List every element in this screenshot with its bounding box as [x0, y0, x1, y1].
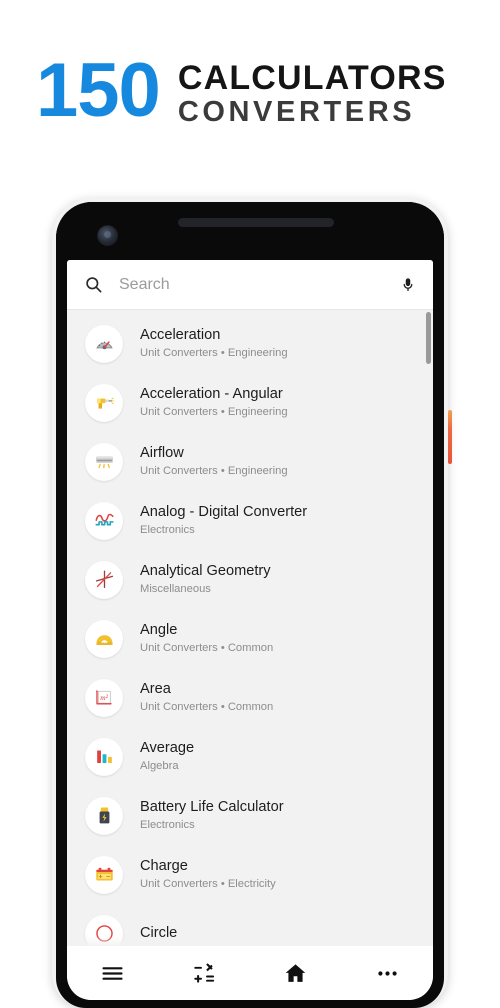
phone-side-button[interactable] — [448, 410, 452, 464]
list-item-text: Circle — [140, 924, 177, 942]
waveform-icon — [85, 501, 123, 540]
earpiece-speaker — [178, 218, 334, 227]
list-item-subtitle: Miscellaneous — [140, 582, 211, 595]
list-item-title: Analog - Digital Converter — [140, 504, 308, 521]
hero-calculators-label: CALCULATORS — [177, 59, 447, 97]
list-scrollbar[interactable] — [426, 312, 431, 364]
list-item[interactable]: Average Algebra — [67, 727, 433, 786]
bottom-navigation-bar — [67, 946, 433, 1000]
list-item-text: Acceleration - Angular Unit Converters •… — [140, 385, 288, 419]
svg-text:m²: m² — [100, 693, 108, 702]
list-item-text: Analog - Digital Converter Electronics — [140, 503, 307, 537]
drill-icon — [85, 383, 123, 422]
list-item-title: Area — [140, 681, 171, 698]
car-battery-icon — [85, 855, 123, 894]
list-item-subtitle: Electronics — [140, 818, 195, 831]
nav-home-button[interactable] — [250, 946, 342, 1000]
list-item-text: Average Algebra — [140, 739, 194, 773]
hero-converters-label: CONVERTERS — [177, 96, 416, 129]
area-m2-icon: m² — [85, 678, 123, 717]
list-item-text: Airflow Unit Converters • Engineering — [140, 444, 288, 478]
protractor-icon — [85, 619, 123, 658]
list-item-title: Average — [140, 740, 195, 757]
phone-top-bezel — [56, 202, 444, 260]
list-item[interactable]: Airflow Unit Converters • Engineering — [67, 432, 433, 491]
list-item[interactable]: Angle Unit Converters • Common — [67, 609, 433, 668]
list-item-subtitle: Algebra — [140, 759, 179, 772]
list-item[interactable]: Circle — [67, 904, 433, 946]
front-camera-icon — [97, 225, 118, 246]
list-item-title: Circle — [140, 925, 178, 942]
axes-icon — [85, 560, 123, 599]
list-item-title: Acceleration — [140, 327, 221, 344]
list-item-text: Angle Unit Converters • Common — [140, 621, 273, 655]
hamburger-menu-icon — [100, 961, 125, 986]
list-item-title: Acceleration - Angular — [140, 386, 283, 403]
list-item-text: Acceleration Unit Converters • Engineeri… — [140, 326, 288, 360]
calculator-operators-icon — [192, 961, 217, 986]
list-item-text: Area Unit Converters • Common — [140, 680, 273, 714]
speedometer-icon — [85, 324, 123, 363]
hero-inner: 150 CALCULATORS CONVERTERS — [36, 48, 447, 133]
list-item[interactable]: m² Area Unit Converters • Common — [67, 668, 433, 727]
search-icon — [84, 275, 103, 294]
hero-count: 150 — [36, 48, 161, 133]
list-item-title: Battery Life Calculator — [140, 799, 284, 816]
more-horizontal-icon — [375, 961, 400, 986]
air-vent-icon — [85, 442, 123, 481]
phone-screen: 10:00 LTE ↑↓ 100% Sea — [67, 260, 433, 1000]
search-bar[interactable]: Search — [67, 260, 433, 310]
list-item-subtitle: Unit Converters • Engineering — [140, 405, 288, 418]
list-item-subtitle: Electronics — [140, 523, 195, 536]
list-item-subtitle: Unit Converters • Engineering — [140, 346, 288, 359]
search-input[interactable]: Search — [119, 276, 400, 294]
calculator-list[interactable]: Acceleration Unit Converters • Engineeri… — [67, 310, 433, 946]
list-item-title: Charge — [140, 858, 188, 875]
list-item-title: Airflow — [140, 445, 184, 462]
list-item-text: Analytical Geometry Miscellaneous — [140, 562, 271, 596]
list-item-text: Charge Unit Converters • Electricity — [140, 857, 276, 891]
phone-body: 10:00 LTE ↑↓ 100% Sea — [56, 202, 444, 1008]
list-item[interactable]: Analog - Digital Converter Electronics — [67, 491, 433, 550]
list-item[interactable]: Battery Life Calculator Electronics — [67, 786, 433, 845]
list-item[interactable]: Charge Unit Converters • Electricity — [67, 845, 433, 904]
list-item-subtitle: Unit Converters • Common — [140, 641, 274, 654]
nav-more-button[interactable] — [342, 946, 434, 1000]
nav-menu-button[interactable] — [67, 946, 159, 1000]
list-item-subtitle: Unit Converters • Common — [140, 700, 274, 713]
home-icon — [283, 961, 308, 986]
nav-calculator-button[interactable] — [159, 946, 251, 1000]
list-item[interactable]: Acceleration Unit Converters • Engineeri… — [67, 314, 433, 373]
battery-life-icon — [85, 796, 123, 835]
microphone-icon[interactable] — [400, 275, 416, 295]
list-item-text: Battery Life Calculator Electronics — [140, 798, 284, 832]
list-item-subtitle: Unit Converters • Electricity — [140, 877, 276, 890]
hero-words: CALCULATORS CONVERTERS — [178, 58, 447, 131]
circle-icon — [85, 914, 123, 946]
hero-banner: 150 CALCULATORS CONVERTERS — [0, 0, 500, 190]
list-item-title: Analytical Geometry — [140, 563, 271, 580]
list-item[interactable]: Acceleration - Angular Unit Converters •… — [67, 373, 433, 432]
bar-chart-icon — [85, 737, 123, 776]
list-item[interactable]: Analytical Geometry Miscellaneous — [67, 550, 433, 609]
phone-mockup: 10:00 LTE ↑↓ 100% Sea — [52, 198, 448, 1008]
list-item-title: Angle — [140, 622, 178, 639]
list-item-subtitle: Unit Converters • Engineering — [140, 464, 288, 477]
